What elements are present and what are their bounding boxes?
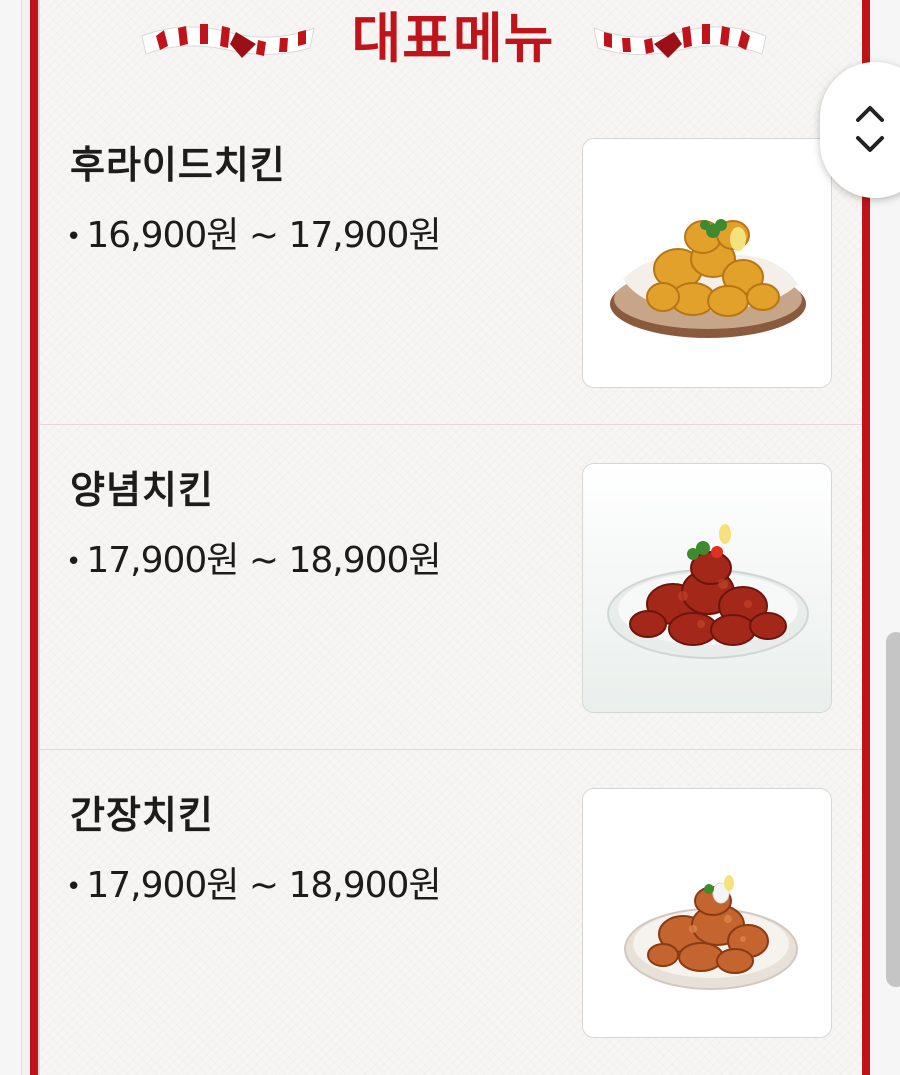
price-text: 17,900원 ~ 18,900원	[86, 540, 441, 581]
menu-item[interactable]: 간장치킨 • 17,900원 ~ 18,900원	[38, 750, 862, 1075]
soy-chicken-photo[interactable]	[582, 788, 832, 1038]
menu-item[interactable]: 양념치킨 • 17,900원 ~ 18,900원	[38, 425, 862, 750]
section-header: 대표메뉴	[38, 0, 862, 80]
page-edge-left	[0, 0, 22, 1075]
section-title: 대표메뉴	[351, 7, 555, 70]
menu-item-price: • 17,900원 ~ 18,900원	[66, 531, 442, 583]
price-text: 17,900원 ~ 18,900원	[86, 865, 441, 906]
menu-item-name: 후라이드치킨	[70, 143, 286, 187]
fried-chicken-photo[interactable]	[582, 138, 832, 388]
bullet-icon: •	[66, 872, 81, 902]
price-text: 16,900원 ~ 17,900원	[86, 215, 441, 256]
chevron-up-down-icon	[856, 106, 884, 152]
menu-item-price: • 16,900원 ~ 17,900원	[66, 206, 442, 258]
bullet-icon: •	[66, 547, 81, 577]
menu-item-price: • 17,900원 ~ 18,900원	[66, 856, 442, 908]
menu-item-name: 간장치킨	[70, 793, 214, 837]
menu-item[interactable]: 후라이드치킨 • 16,900원 ~ 17,900원	[38, 100, 862, 425]
menu-board: 대표메뉴 후라이드치킨 • 16,900원 ~ 17,900원 양념치킨 • 1…	[30, 0, 870, 1075]
menu-item-name: 양념치킨	[70, 468, 214, 512]
scroll-toggle-button[interactable]	[820, 62, 900, 198]
ribbon-left-icon	[141, 24, 315, 58]
ribbon-right-icon	[593, 24, 767, 58]
bullet-icon: •	[66, 222, 81, 252]
scrollbar-thumb[interactable]	[886, 632, 900, 987]
seasoned-chicken-photo[interactable]	[582, 463, 832, 713]
